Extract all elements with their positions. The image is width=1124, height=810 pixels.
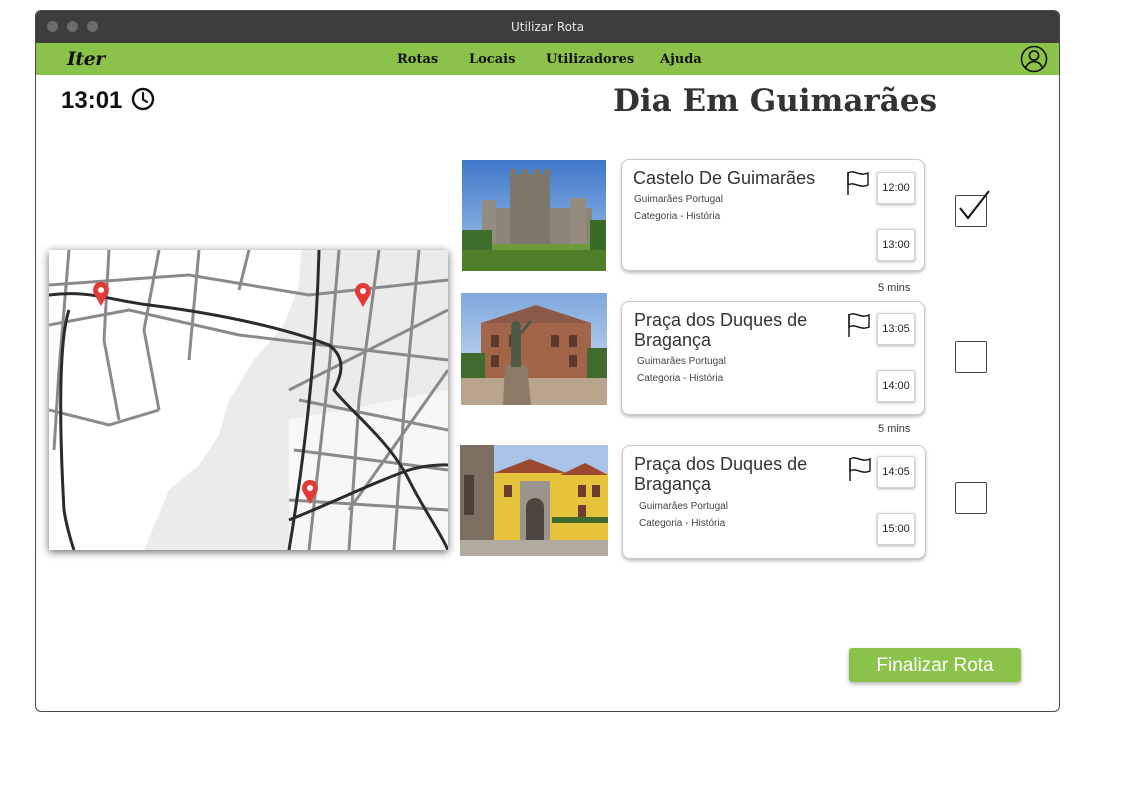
map-canvas — [49, 250, 448, 550]
stop-location: Guimarães Portugal — [637, 356, 726, 367]
clock-icon — [131, 87, 155, 111]
stop-2-checkbox[interactable] — [955, 341, 987, 373]
brand-logo[interactable]: Iter — [67, 48, 105, 70]
start-time[interactable]: 13:05 — [877, 313, 915, 345]
stop-location: Guimarães Portugal — [634, 194, 723, 205]
end-time[interactable]: 14:00 — [877, 370, 915, 402]
stop-category: Categoria - História — [637, 373, 724, 384]
route-map[interactable] — [49, 250, 448, 550]
stop-location: Guimarães Portugal — [639, 501, 728, 512]
stop-photo-square — [460, 445, 608, 556]
stop-name: Castelo De Guimarães — [633, 168, 816, 188]
start-time[interactable]: 12:00 — [877, 172, 915, 204]
travel-gap-1: 5 mins — [878, 282, 911, 294]
route-title: Dia Em Guimarães — [613, 83, 938, 119]
current-time: 13:01 — [61, 87, 123, 114]
stop-photo-palace — [461, 293, 607, 405]
window-title: Utilizar Rota — [510, 20, 585, 34]
travel-gap-2: 5 mins — [878, 423, 911, 435]
start-time[interactable]: 14:05 — [877, 456, 915, 488]
nav-item-rotas[interactable]: Rotas — [397, 52, 438, 67]
flag-icon[interactable] — [847, 312, 871, 338]
stop-name: Praça dos Duques de Bragança — [634, 310, 808, 350]
nav-item-ajuda[interactable]: Ajuda — [660, 52, 702, 67]
stop-card-1[interactable]: Castelo De Guimarães Guimarães Portugal … — [621, 159, 925, 271]
stop-category: Categoria - História — [639, 518, 726, 529]
end-time[interactable]: 15:00 — [877, 513, 915, 545]
nav-item-utilizadores[interactable]: Utilizadores — [546, 52, 634, 67]
stop-name: Praça dos Duques de Bragança — [634, 454, 808, 494]
stop-category: Categoria - História — [634, 211, 721, 222]
flag-icon[interactable] — [846, 170, 870, 196]
stop-card-2[interactable]: Praça dos Duques de Bragança Guimarães P… — [621, 301, 925, 415]
user-circle-icon[interactable] — [1020, 45, 1048, 73]
stop-1-checkbox[interactable] — [955, 190, 990, 227]
finish-route-button[interactable]: Finalizar Rota — [849, 648, 1021, 682]
app-window: Utilizar Rota Iter Rotas Locais Utilizad… — [35, 10, 1060, 712]
stop-3-checkbox[interactable] — [955, 482, 987, 514]
stop-photo-castle — [462, 160, 606, 271]
end-time[interactable]: 13:00 — [877, 229, 915, 261]
title-bar: Utilizar Rota — [36, 11, 1059, 43]
top-navbar: Iter Rotas Locais Utilizadores Ajuda — [36, 43, 1059, 75]
checkmark-icon — [959, 190, 990, 220]
stop-card-3[interactable]: Praça dos Duques de Bragança Guimarães P… — [622, 445, 926, 559]
flag-icon[interactable] — [848, 456, 872, 482]
nav-item-locais[interactable]: Locais — [469, 52, 515, 67]
